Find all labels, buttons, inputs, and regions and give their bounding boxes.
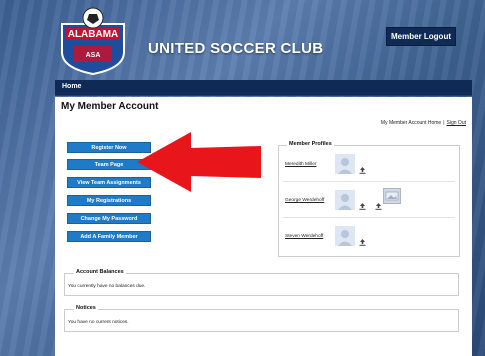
member-profiles-box: Member Profiles Meredith Miller George W… <box>278 141 460 257</box>
nav-home-link[interactable]: Home <box>62 83 81 90</box>
logo-subtext: ASA <box>86 52 101 59</box>
site-header: ALABAMA ASA UNITED SOCCER CLUB Member Lo… <box>48 0 472 82</box>
upload-icon[interactable] <box>359 239 366 246</box>
my-registrations-button[interactable]: My Registrations <box>67 195 151 206</box>
link-separator: | <box>443 120 445 126</box>
main-nav: Home <box>55 80 472 96</box>
page-title: My Member Account <box>61 101 159 112</box>
add-family-member-button[interactable]: Add A Family Member <box>67 231 151 242</box>
member-name-link[interactable]: Meredith Miller <box>285 162 316 167</box>
account-links: My Member Account Home | Sign Out <box>381 120 466 126</box>
upload-icon[interactable] <box>359 167 366 174</box>
notices-legend: Notices <box>74 305 98 311</box>
logo-text: ALABAMA <box>68 29 119 40</box>
change-password-button[interactable]: Change My Password <box>67 213 151 224</box>
account-balances-box: Account Balances You currently have no b… <box>64 269 459 296</box>
member-name-link[interactable]: George Werdehoff <box>285 198 324 203</box>
sign-out-link[interactable]: Sign Out <box>447 120 466 126</box>
upload-icon[interactable] <box>375 203 382 210</box>
account-balances-legend: Account Balances <box>74 269 126 275</box>
member-name-link[interactable]: Steven Werdehoff <box>285 234 323 239</box>
notices-box: Notices You have no current notices. <box>64 305 459 332</box>
account-home-link[interactable]: My Member Account Home <box>381 120 441 126</box>
upload-icon[interactable] <box>359 203 366 210</box>
balances-message: You currently have no balances due. <box>68 284 146 289</box>
member-row: George Werdehoff <box>279 182 459 218</box>
club-name: UNITED SOCCER CLUB <box>148 40 324 57</box>
photo-thumbnail-icon[interactable] <box>383 188 401 204</box>
member-row: Meredith Miller <box>279 146 459 182</box>
red-arrow-annotation <box>137 132 261 192</box>
avatar-placeholder-icon <box>335 226 355 246</box>
account-panel: My Member Account My Member Account Home… <box>55 97 472 356</box>
avatar-placeholder-icon <box>335 154 355 174</box>
avatar-placeholder-icon <box>335 190 355 210</box>
member-row: Steven Werdehoff <box>279 218 459 254</box>
club-logo: ALABAMA ASA <box>61 7 125 76</box>
notices-message: You have no current notices. <box>68 320 129 325</box>
member-logout-button[interactable]: Member Logout <box>386 27 456 46</box>
